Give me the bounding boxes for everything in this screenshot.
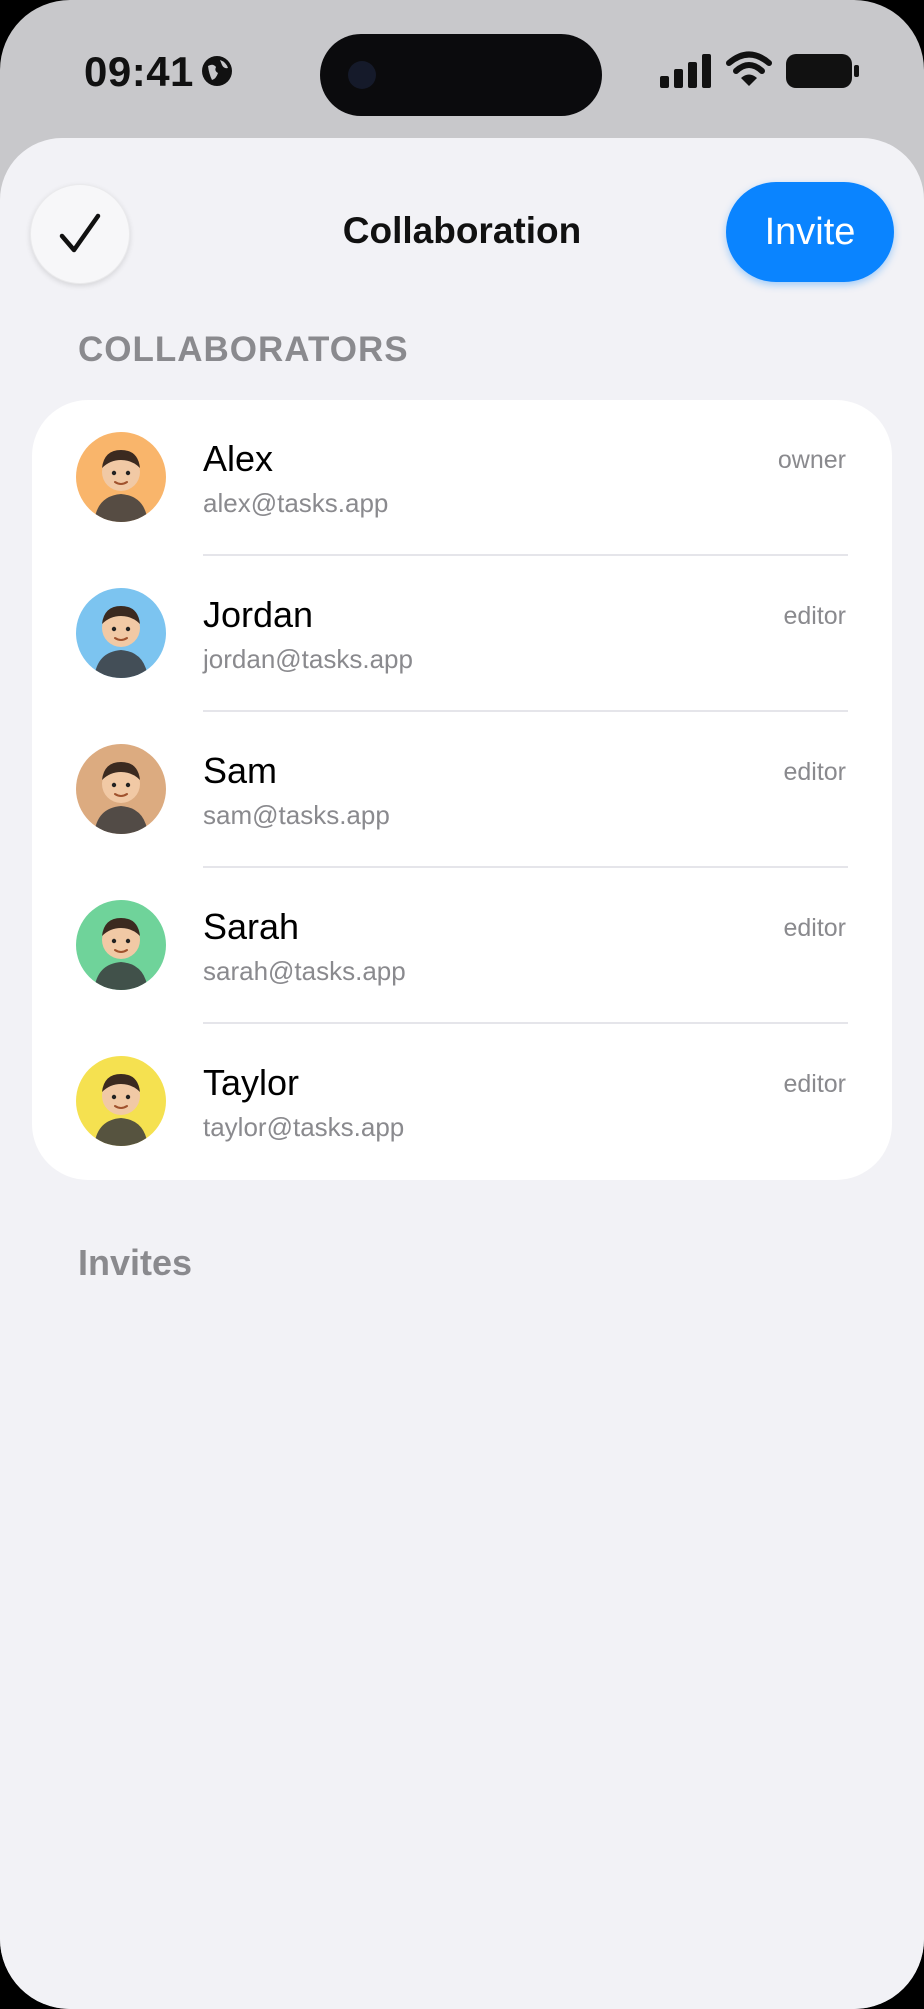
avatar: [76, 588, 166, 678]
avatar: [76, 900, 166, 990]
collaborator-role: editor: [783, 758, 846, 786]
cellular-signal-icon: [660, 54, 711, 88]
avatar: [76, 744, 166, 834]
collaborator-email: jordan@tasks.app: [203, 644, 413, 674]
collaboration-sheet: Collaboration Invite COLLABORATORS Alex a…: [0, 138, 924, 2009]
collaborator-row-jordan[interactable]: Jordan jordan@tasks.app editor: [32, 556, 892, 712]
collaborator-name: Alex: [203, 438, 274, 479]
memoji-avatar-icon: [94, 450, 148, 522]
collaborator-role: editor: [783, 602, 846, 630]
collaborator-row-alex[interactable]: Alex alex@tasks.app owner: [32, 400, 892, 556]
phone-screen: 09:41 Collaboration Invite COLLABORATORS…: [0, 0, 924, 2009]
collaborator-role: editor: [783, 914, 846, 942]
wifi-icon: [726, 51, 772, 86]
collaborator-email: sam@tasks.app: [203, 800, 390, 830]
status-time: 09:41: [84, 48, 194, 95]
collaborators-section-header: COLLABORATORS: [78, 330, 409, 369]
camera-icon: [348, 61, 376, 89]
collaborator-row-sarah[interactable]: Sarah sarah@tasks.app editor: [32, 868, 892, 1024]
memoji-avatar-icon: [94, 1074, 148, 1146]
memoji-avatar-icon: [94, 918, 148, 990]
collaborator-name: Jordan: [203, 594, 314, 635]
status-bar: 09:41: [0, 0, 924, 140]
collaborator-email: taylor@tasks.app: [203, 1112, 405, 1142]
collaborator-role: owner: [777, 446, 846, 474]
invite-button[interactable]: Invite: [726, 182, 894, 282]
collaborator-row-taylor[interactable]: Taylor taylor@tasks.app editor: [32, 1024, 892, 1180]
memoji-avatar-icon: [94, 606, 148, 678]
collaborator-name: Taylor: [203, 1062, 300, 1103]
collaborator-email: sarah@tasks.app: [203, 956, 406, 986]
collaborator-email: alex@tasks.app: [203, 488, 389, 518]
dynamic-island: [320, 34, 602, 116]
collaborator-name: Sam: [203, 750, 278, 791]
collaborators-list: Alex alex@tasks.app owner Jordan jordan@task…: [32, 400, 892, 1180]
avatar: [76, 432, 166, 522]
collaborator-role: editor: [783, 1070, 846, 1098]
memoji-avatar-icon: [94, 762, 148, 834]
collaborator-name: Sarah: [203, 906, 300, 947]
invites-section-header: Invites: [78, 1242, 193, 1283]
collaborator-row-sam[interactable]: Sam sam@tasks.app editor: [32, 712, 892, 868]
globe-icon: [202, 56, 232, 86]
avatar: [76, 1056, 166, 1146]
battery-icon: [786, 54, 859, 88]
